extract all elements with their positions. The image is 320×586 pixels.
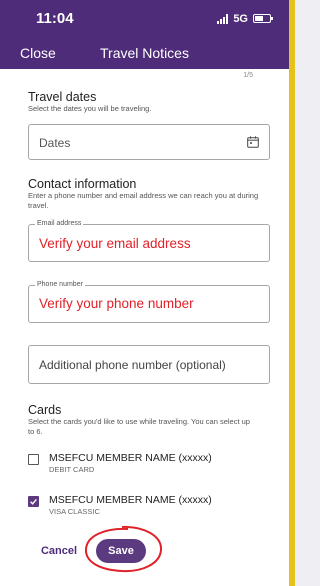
signal-icon [217, 13, 229, 24]
contact-title: Contact information [28, 177, 137, 191]
status-bar: 11:04 5G [0, 0, 289, 37]
network-label: 5G [233, 12, 248, 25]
card-name: MSEFCU MEMBER NAME (xxxxx) [49, 494, 212, 506]
card-type: VISA CLASSIC [49, 507, 100, 516]
card-checkbox-unchecked[interactable] [28, 454, 39, 465]
cards-description-line1: Select the cards you'd like to use while… [28, 417, 250, 426]
email-field[interactable]: Email address Verify your email address [28, 220, 270, 262]
page-title: Travel Notices [100, 45, 189, 61]
cards-title: Cards [28, 403, 62, 417]
status-icons: 5G [217, 12, 273, 25]
travel-dates-description: Select the dates you will be traveling. [28, 104, 152, 113]
battery-icon [253, 14, 273, 23]
contact-section: Contact information Enter a phone number… [28, 177, 278, 211]
cards-description-line2: to 6. [28, 427, 43, 436]
card-checkbox-checked[interactable] [28, 496, 39, 507]
card-item-visa[interactable]: MSEFCU MEMBER NAME (xxxxx) VISA CLASSIC [28, 494, 212, 516]
card-name: MSEFCU MEMBER NAME (xxxxx) [49, 452, 212, 464]
card-item-debit[interactable]: MSEFCU MEMBER NAME (xxxxx) DEBIT CARD [28, 452, 212, 474]
checkmark-icon [29, 498, 37, 505]
dates-placeholder: Dates [39, 136, 71, 150]
cancel-button[interactable]: Cancel [30, 539, 88, 563]
calendar-icon[interactable] [247, 136, 259, 148]
cards-section: Cards Select the cards you'd like to use… [28, 403, 283, 437]
phone-value: Verify your phone number [39, 296, 194, 311]
status-time: 11:04 [36, 10, 74, 27]
dates-field[interactable]: Dates [28, 124, 270, 160]
email-value: Verify your email address [39, 236, 191, 251]
phone-screen: 11:04 5G Close Travel Notices 1/5 Travel… [0, 0, 295, 586]
contact-description-line1: Enter a phone number and email address w… [28, 191, 259, 200]
card-type: DEBIT CARD [49, 465, 95, 474]
phone-field[interactable]: Phone number Verify your phone number [28, 281, 270, 323]
contact-description-line2: travel. [28, 201, 49, 210]
page-indicator: 1/5 [243, 72, 253, 79]
additional-phone-field[interactable]: Additional phone number (optional) [28, 345, 270, 384]
nav-bar: Close Travel Notices [0, 37, 289, 69]
card-text: MSEFCU MEMBER NAME (xxxxx) DEBIT CARD [49, 452, 212, 474]
travel-dates-section: Travel dates Select the dates you will b… [28, 90, 151, 114]
additional-phone-placeholder: Additional phone number (optional) [39, 358, 226, 372]
phone-label: Phone number [35, 281, 85, 288]
travel-dates-title: Travel dates [28, 90, 97, 104]
email-label: Email address [35, 220, 84, 227]
card-text: MSEFCU MEMBER NAME (xxxxx) VISA CLASSIC [49, 494, 212, 516]
save-button[interactable]: Save [96, 539, 146, 563]
